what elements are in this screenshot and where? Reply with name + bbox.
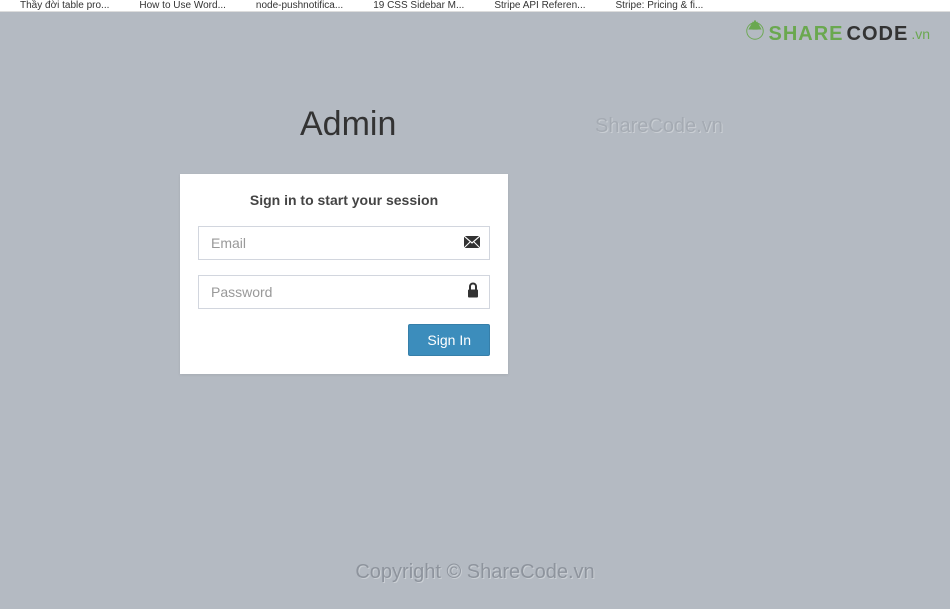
password-field[interactable] [198,275,490,309]
bookmark-item[interactable]: node-pushnotifica... [256,0,343,11]
bookmark-item[interactable]: Thầy đời table pro... [20,0,109,11]
login-box: Sign in to start your session Sign In [180,174,508,374]
page-title: Admin [300,105,396,144]
footer-copyright: Copyright © ShareCode.vn [0,561,950,584]
logo-share-text: SHARE [769,23,844,46]
bookmarks-bar: Thầy đời table pro... How to Use Word...… [0,0,950,12]
recycle-icon [744,20,766,48]
watermark-text: ShareCode.vn [595,115,723,138]
login-message: Sign in to start your session [198,192,490,208]
logo-vn-text: .vn [911,26,930,42]
button-row: Sign In [198,324,490,356]
sharecode-logo: SHARECODE.vn [744,20,931,48]
email-group [198,226,490,260]
bookmark-item[interactable]: Stripe API Referen... [494,0,585,11]
envelope-icon [464,235,480,251]
signin-button[interactable]: Sign In [408,324,490,356]
lock-icon [466,283,480,302]
bookmark-item[interactable]: Stripe: Pricing & fi... [616,0,704,11]
password-group [198,275,490,309]
email-field[interactable] [198,226,490,260]
bookmark-item[interactable]: 19 CSS Sidebar M... [373,0,464,11]
bookmark-item[interactable]: How to Use Word... [139,0,226,11]
logo-code-text: CODE [847,23,909,46]
